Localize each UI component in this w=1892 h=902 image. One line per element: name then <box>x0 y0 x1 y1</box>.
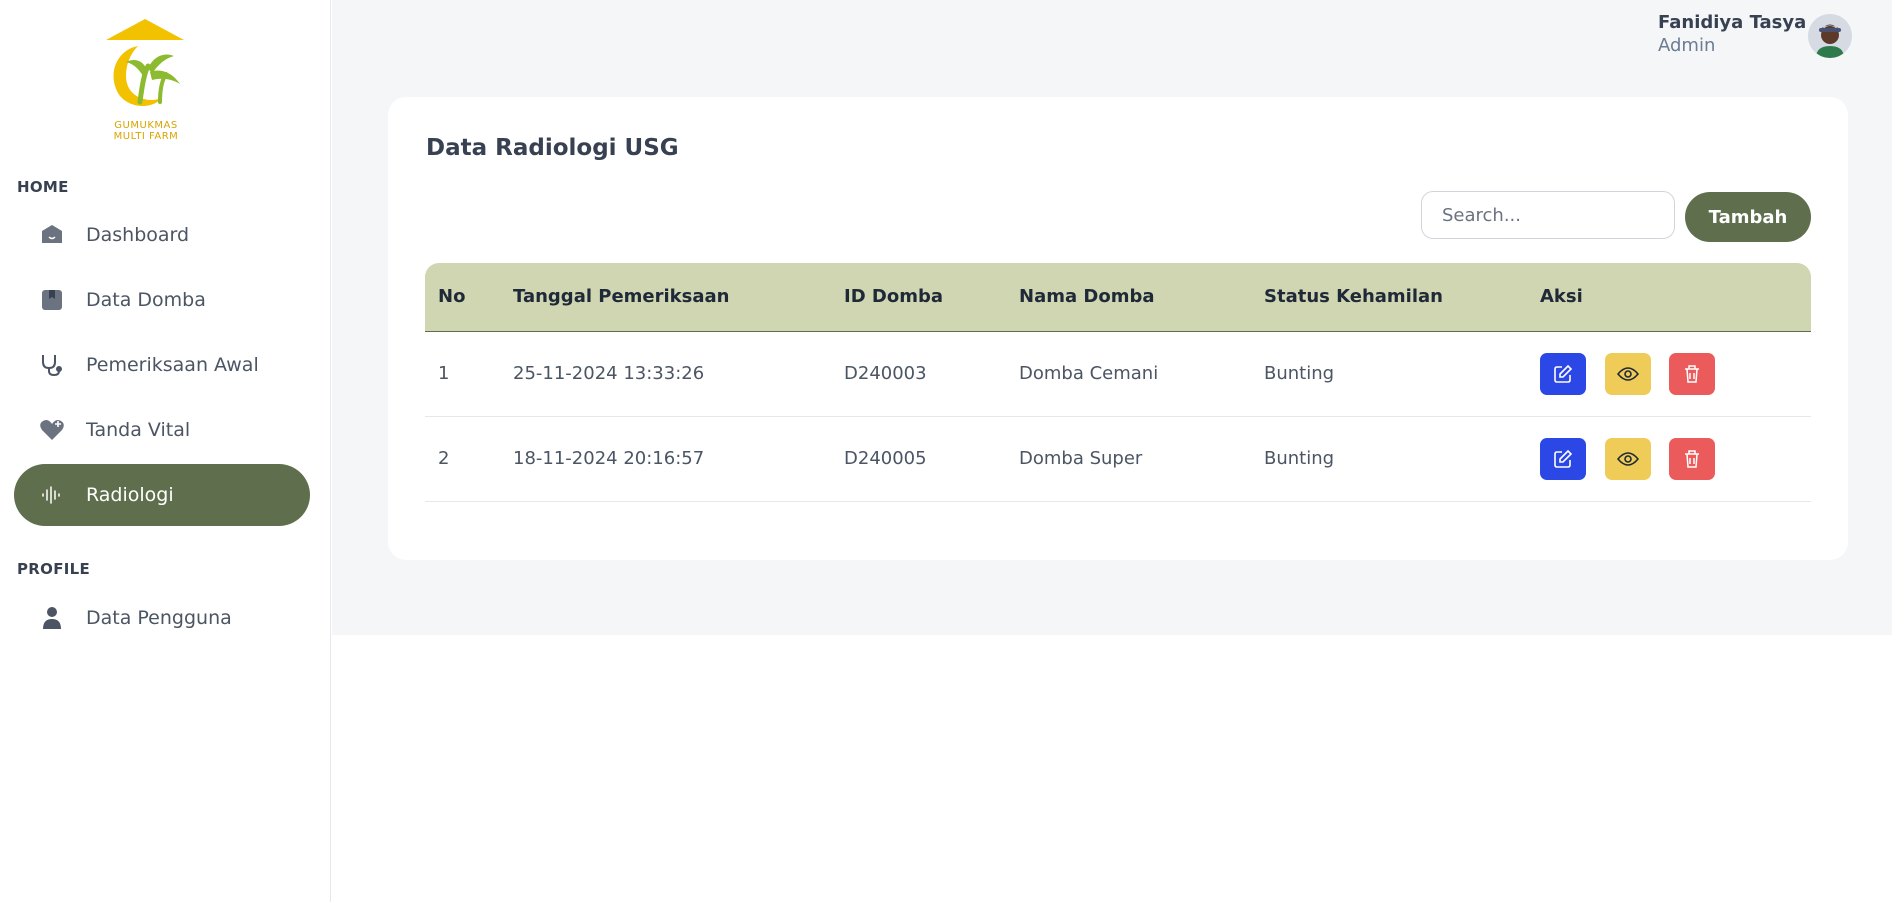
sidebar-item-label: Dashboard <box>86 224 190 246</box>
eye-icon <box>1616 366 1639 381</box>
cell-no: 2 <box>425 416 500 502</box>
view-button[interactable] <box>1604 352 1651 395</box>
cell-tanggal: 25-11-2024 13:33:26 <box>500 331 831 417</box>
sidebar-item-label: Data Domba <box>86 289 206 311</box>
sidebar-item-data-pengguna[interactable]: Data Pengguna <box>14 587 310 649</box>
search-input[interactable] <box>1421 191 1675 239</box>
bookmark-icon <box>38 286 66 314</box>
edit-button[interactable] <box>1540 352 1586 395</box>
trash-icon <box>1685 364 1700 383</box>
heart-plus-icon <box>38 416 66 444</box>
cell-status: Bunting <box>1251 331 1527 417</box>
sidebar-item-dashboard[interactable]: Dashboard <box>14 204 310 266</box>
logo-text: GUMUKMAS MULTI FARM <box>101 120 191 142</box>
sidebar: GUMUKMAS MULTI FARM HOME Dashboard Data … <box>0 0 331 902</box>
radiologi-table: No Tanggal Pemeriksaan ID Domba Nama Dom… <box>425 263 1811 502</box>
cell-aksi <box>1527 331 1811 417</box>
sidebar-item-data-domba[interactable]: Data Domba <box>14 269 310 331</box>
cell-status: Bunting <box>1251 416 1527 502</box>
trash-icon <box>1685 449 1700 468</box>
section-label-home: HOME <box>17 178 69 196</box>
cell-tanggal: 18-11-2024 20:16:57 <box>500 416 831 502</box>
section-label-profile: PROFILE <box>17 560 91 578</box>
cell-no: 1 <box>425 331 500 417</box>
avatar[interactable] <box>1808 14 1852 58</box>
user-icon <box>38 604 66 632</box>
waveform-icon <box>38 481 66 509</box>
logo-text-line1: GUMUKMAS <box>114 120 178 131</box>
delete-button[interactable] <box>1669 352 1716 395</box>
column-header-aksi: Aksi <box>1540 286 1583 308</box>
column-header-tanggal: Tanggal Pemeriksaan <box>513 286 730 308</box>
radiologi-card: Data Radiologi USG Tambah No Tanggal Pem… <box>388 97 1848 560</box>
column-header-nama: Nama Domba <box>1019 286 1155 308</box>
sidebar-item-label: Tanda Vital <box>86 419 191 441</box>
sidebar-item-tanda-vital[interactable]: Tanda Vital <box>14 399 310 461</box>
cell-id: D240003 <box>831 331 1006 417</box>
view-button[interactable] <box>1604 437 1651 480</box>
delete-button[interactable] <box>1669 437 1716 480</box>
cell-id: D240005 <box>831 416 1006 502</box>
sidebar-item-label: Radiologi <box>86 484 174 506</box>
sidebar-item-label: Pemeriksaan Awal <box>86 354 259 376</box>
column-header-status: Status Kehamilan <box>1264 286 1443 308</box>
add-button[interactable]: Tambah <box>1685 192 1811 242</box>
edit-icon <box>1554 364 1573 383</box>
home-icon <box>38 221 66 249</box>
sidebar-item-radiologi[interactable]: Radiologi <box>14 464 310 526</box>
stethoscope-icon <box>38 351 66 379</box>
cell-nama: Domba Super <box>1006 416 1251 502</box>
column-header-no: No <box>438 286 466 308</box>
table-row: 1 25-11-2024 13:33:26 D240003 Domba Cema… <box>425 331 1811 417</box>
logo-text-line2: MULTI FARM <box>113 131 179 142</box>
user-name: Fanidiya Tasya <box>1658 12 1807 33</box>
table-row: 2 18-11-2024 20:16:57 D240005 Domba Supe… <box>425 416 1811 502</box>
cell-nama: Domba Cemani <box>1006 331 1251 417</box>
sidebar-item-pemeriksaan-awal[interactable]: Pemeriksaan Awal <box>14 334 310 396</box>
column-header-id: ID Domba <box>844 286 943 308</box>
edit-icon <box>1554 449 1573 468</box>
user-info: Fanidiya Tasya Admin <box>1658 12 1806 56</box>
cell-aksi <box>1527 416 1811 502</box>
edit-button[interactable] <box>1540 437 1586 480</box>
table-header-row: No Tanggal Pemeriksaan ID Domba Nama Dom… <box>425 263 1811 331</box>
sidebar-item-label: Data Pengguna <box>86 607 232 629</box>
eye-icon <box>1616 451 1639 466</box>
page-title: Data Radiologi USG <box>426 135 679 161</box>
avatar-icon <box>1808 14 1852 58</box>
user-role: Admin <box>1658 35 1716 56</box>
